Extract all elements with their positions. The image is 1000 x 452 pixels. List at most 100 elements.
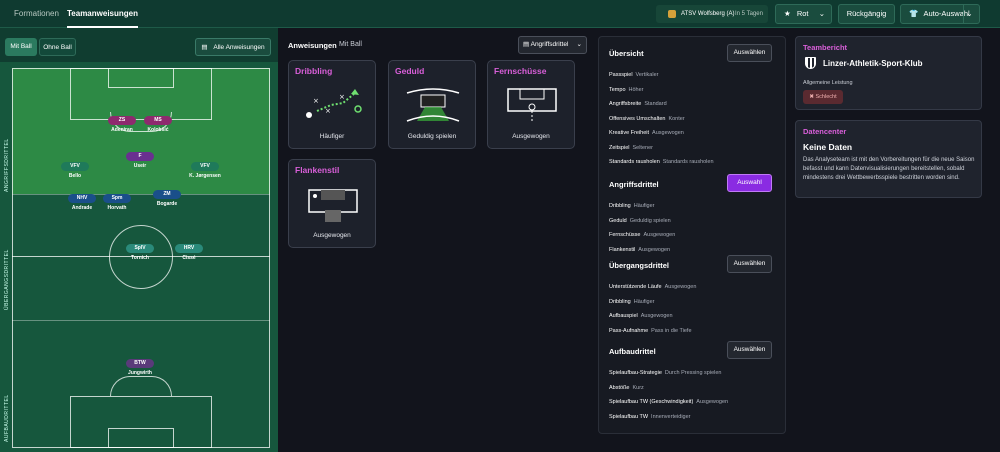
select-button-attacking[interactable]: Auswahl: [727, 174, 772, 192]
player-role: VFV: [191, 162, 219, 171]
color-label: Rot: [796, 9, 809, 18]
row-value: Ausgewogen: [652, 130, 684, 136]
shirt-icon: 👕: [909, 9, 919, 18]
player-name: Tornich: [131, 255, 149, 261]
card-geduld[interactable]: Geduld Geduldig spielen: [388, 60, 476, 149]
overview-row: Zeitspiel Seltener: [609, 145, 653, 151]
row-label: Zeitspiel: [609, 144, 630, 151]
data-center-heading: Keine Daten: [803, 142, 853, 152]
tab-teamanweisungen[interactable]: Teamanweisungen: [67, 0, 138, 28]
section-title: Übersicht: [609, 49, 644, 58]
overview-row: Angriffsbreite Standard: [609, 101, 667, 107]
player-7[interactable]: ZM Bogarde: [142, 182, 192, 207]
all-instructions-label: Alle Anweisungen: [213, 44, 265, 51]
player-role: MS: [144, 116, 172, 125]
select-button-transition[interactable]: Auswählen: [727, 255, 772, 273]
color-select[interactable]: ★ Rot ⌄: [775, 4, 832, 24]
overview-row: Pass-Aufnahme Pass in die Tiefe: [609, 328, 692, 334]
row-label: Dribbling: [609, 203, 631, 209]
row-label: Angriffsbreite: [609, 101, 642, 107]
row-label: Unterstützende Läufe: [609, 284, 662, 290]
player-role: ZS: [108, 116, 136, 125]
overview-row: Passspiel Vertikaler: [609, 72, 658, 78]
clipboard-icon: ▤: [201, 44, 208, 51]
zone-label: ÜBERGANGSDRITTEL: [4, 249, 10, 310]
data-center-text: Das Analyseteam ist mit den Vorbereitung…: [803, 157, 975, 181]
player-role: BTW: [126, 359, 154, 368]
overview-row: Aufbauspiel Ausgewogen: [609, 313, 673, 319]
card-dribbling[interactable]: Dribbling × × × Häufiger: [288, 60, 376, 149]
zone-label: ANGRIFFSDRITTEL: [4, 138, 10, 192]
player-name: Bogarde: [156, 201, 178, 207]
zone-label: AUFBAUDRITTEL: [4, 394, 10, 442]
row-value: Standards rausholen: [662, 159, 714, 165]
all-instructions-button[interactable]: ▤ Alle Anweisungen: [195, 38, 271, 56]
overview-row: Spielaufbau TW Innenverteidiger: [609, 414, 691, 420]
chevron-down-icon: ⌄: [576, 41, 582, 48]
overview-row: Kreative Freiheit Ausgewogen: [609, 130, 684, 136]
player-name: Bello: [68, 173, 82, 179]
player-1[interactable]: MS Kolobšić: [133, 108, 183, 133]
penalty-arc-bottom: [110, 376, 172, 396]
row-value: Ausgewogen: [640, 313, 673, 319]
card-fernschuesse[interactable]: Fernschüsse Ausgewogen: [487, 60, 575, 149]
tab-formationen[interactable]: Formationen: [14, 0, 59, 28]
row-value: Kurz: [632, 384, 644, 391]
player-6[interactable]: Spm Horvath: [92, 186, 142, 211]
row-label: Standards rausholen: [609, 159, 660, 165]
player-role: ZM: [153, 190, 181, 199]
row-value: Häufiger: [633, 203, 655, 209]
performance-value: Schlecht: [815, 94, 837, 100]
player-name: Jungwirth: [128, 370, 152, 376]
card-value: Ausgewogen: [512, 133, 550, 140]
goal-box-bottom: [108, 428, 174, 448]
match-team: ATSV Wolfsberg (A): [681, 11, 735, 17]
zone-divider: [12, 320, 270, 321]
dribbling-icon: × × ×: [306, 89, 362, 118]
card-value: Häufiger: [319, 133, 345, 140]
zone-dropdown[interactable]: ▤ Angriffsdrittel ⌄: [518, 36, 587, 54]
pitch: ANGRIFFSDRITTEL ÜBERGANGSDRITTEL AUFBAUD…: [0, 62, 278, 452]
auto-select-button[interactable]: 👕 Auto-Auswahl ⌄: [900, 4, 980, 24]
performance-badge: ✖ Schlecht: [803, 90, 843, 104]
row-value: Vertikaler: [635, 72, 659, 78]
player-8[interactable]: SpIV Tornich: [115, 236, 165, 261]
row-label: Fernschüsse: [609, 232, 641, 238]
overview-row: Spielaufbau TW (Geschwindigkeit) Ausgewog…: [609, 399, 728, 405]
next-match[interactable]: ATSV Wolfsberg (A) In 5 Tagen: [656, 5, 768, 23]
chevron-down-icon: ⌄: [818, 9, 825, 18]
player-9[interactable]: HRV Cissé: [164, 236, 214, 261]
data-center-title: Datencenter: [803, 127, 847, 136]
player-10[interactable]: BTW Jungwirth: [115, 351, 165, 376]
player-2[interactable]: F Useir: [115, 144, 165, 169]
tab-without-ball[interactable]: Ohne Ball: [39, 38, 76, 56]
row-label: Aufbauspiel: [609, 313, 638, 319]
tab-with-ball[interactable]: Mit Ball: [5, 38, 37, 56]
player-role: Spm: [103, 194, 131, 203]
select-button-overview[interactable]: Auswählen: [727, 44, 772, 62]
overview-row: Spielaufbau-Strategie Durch Pressing spie…: [609, 370, 721, 376]
player-name: Cissé: [182, 255, 196, 261]
undo-button[interactable]: Rückgängig: [838, 4, 895, 24]
row-label: Spielaufbau TW: [609, 413, 649, 420]
section-title: Angriffsdrittel: [609, 180, 659, 189]
player-role: HRV: [175, 244, 203, 253]
card-flankenstil[interactable]: Flankenstil Ausgewogen: [288, 159, 376, 248]
player-role: VFV: [61, 162, 89, 171]
select-button-buildup[interactable]: Auswählen: [727, 341, 772, 359]
player-4[interactable]: VFV K. Jørgensen: [180, 154, 230, 179]
row-label: Spielaufbau-Strategie: [609, 370, 662, 376]
row-value: Innenverteidiger: [651, 413, 691, 420]
row-label: Spielaufbau TW (Geschwindigkeit): [609, 399, 694, 405]
overview-row: Offensives Umschalten Konter: [609, 116, 685, 122]
patience-icon: [406, 88, 460, 122]
card-title: Dribbling: [295, 66, 333, 76]
section-title: Übergangsdrittel: [609, 261, 670, 270]
card-title: Geduld: [395, 66, 425, 76]
overview-row: Tempo Höher: [609, 87, 644, 93]
player-3[interactable]: VFV Bello: [50, 154, 100, 179]
long-shots-icon: [507, 88, 557, 121]
club-crest-icon: [805, 57, 816, 69]
player-name: Kolobšić: [147, 127, 169, 133]
card-value: Ausgewogen: [313, 232, 351, 239]
